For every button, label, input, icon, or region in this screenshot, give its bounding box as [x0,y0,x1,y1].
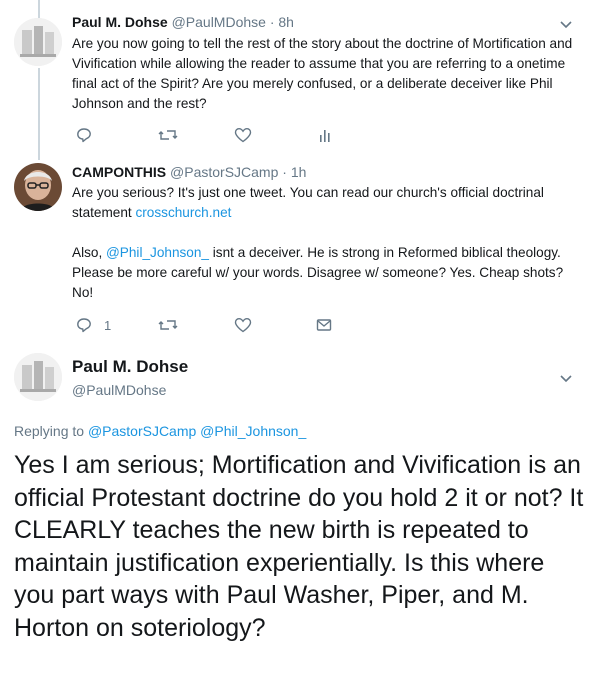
tweet-2[interactable]: CAMPONTHIS @PastorSJCamp · 1h Are you se… [0,155,592,345]
reply-icon [77,318,91,333]
author-name[interactable]: Paul M. Dohse [72,357,188,377]
author-name[interactable]: Paul M. Dohse [72,14,168,30]
avatar-image [14,353,62,401]
analytics-button[interactable] [318,125,332,145]
like-button[interactable] [234,125,252,145]
reply-button[interactable]: 1 [76,315,111,335]
reply-icon [77,128,91,143]
tweet-header: Paul M. Dohse @PaulMDohse · 8h [72,14,294,30]
direct-message-button[interactable] [316,315,332,335]
avatar-image [14,163,62,211]
heart-icon [234,317,252,333]
heart-icon [234,127,252,143]
avatar[interactable] [14,353,62,401]
avatar[interactable] [14,18,62,66]
avatar[interactable] [14,163,62,211]
envelope-icon [316,319,332,331]
tweet-actions [72,125,372,145]
focused-tweet: Paul M. Dohse @PaulMDohse Replying to @P… [0,345,592,686]
reply-count: 1 [104,317,112,333]
tweet-time[interactable]: · 8h [270,14,294,30]
retweet-icon [158,320,178,330]
author-handle[interactable]: @PaulMDohse [72,382,166,398]
author-name[interactable]: CAMPONTHIS [72,164,166,180]
author-handle[interactable]: @PastorSJCamp [170,164,278,180]
tweet-1[interactable]: Paul M. Dohse @PaulMDohse · 8h Are you n… [0,0,592,155]
tweet-actions: 1 [72,315,372,335]
chevron-down-icon[interactable] [558,370,574,386]
retweet-button[interactable] [158,125,178,145]
reply-button[interactable] [76,125,92,145]
retweet-button[interactable] [158,315,178,335]
analytics-icon [320,130,330,142]
link-crosschurch[interactable]: crosschurch.net [135,205,231,220]
tweet-text: Are you now going to tell the rest of th… [72,36,573,111]
like-button[interactable] [234,315,252,335]
author-handle[interactable]: @PaulMDohse [172,14,266,30]
replying-to-label: Replying to [14,423,88,439]
tweet-text: Are you serious? It's just one tweet. Yo… [72,183,577,303]
tweet-paragraph-2: Also, @Phil_Johnson_ isnt a deceiver. He… [72,243,577,303]
retweet-icon [158,130,178,140]
tweet-paragraph-1: Are you serious? It's just one tweet. Yo… [72,183,577,223]
mention-phil-johnson[interactable]: @Phil_Johnson_ [106,245,209,260]
replying-to-handles[interactable]: @PastorSJCamp @Phil_Johnson_ [88,423,306,439]
replying-to: Replying to @PastorSJCamp @Phil_Johnson_ [14,423,306,439]
tweet-time[interactable]: · 1h [282,164,306,180]
tweet-text-part: Also, [72,245,106,260]
chevron-down-icon[interactable] [558,16,574,32]
focused-tweet-text: Yes I am serious; Mortification and Vivi… [14,451,584,642]
tweet-header: CAMPONTHIS @PastorSJCamp · 1h [72,164,306,180]
avatar-image [14,18,62,66]
